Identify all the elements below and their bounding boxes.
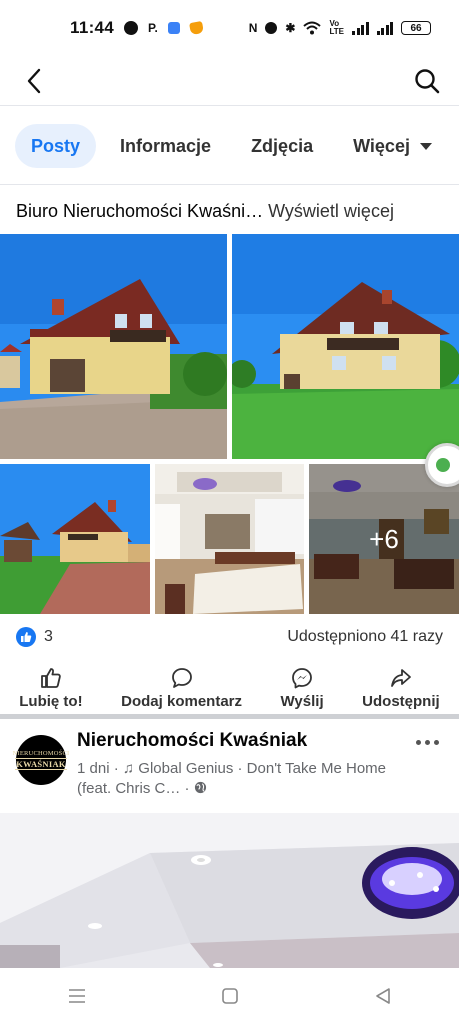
status-p-label: P.: [148, 21, 158, 35]
post-options-button[interactable]: [410, 734, 445, 751]
music-note-icon: ♫: [122, 760, 135, 777]
tab-label: Informacje: [120, 135, 212, 156]
post-time[interactable]: 1 dni: [77, 760, 110, 777]
page-name[interactable]: Nieruchomości Kwaśniak: [77, 730, 307, 752]
post-header: NIERUCHOMOŚCI KWAŚNIAK Nieruchomości Kwa…: [0, 726, 459, 802]
system-nav-bar: [0, 968, 459, 1024]
volte-label: Vo LTE: [329, 19, 344, 36]
reaction-count-button[interactable]: 3: [16, 627, 53, 647]
back-button[interactable]: [20, 67, 48, 95]
search-icon: [415, 68, 440, 93]
thumbs-up-icon: [41, 667, 61, 688]
app-notification-icon: [167, 22, 180, 34]
signal-2-icon: [376, 21, 393, 35]
reaction-count: 3: [44, 628, 53, 645]
back-nav-button[interactable]: [363, 976, 403, 1016]
album-header[interactable]: Biuro Nieruchomości Kwaśni… Wyświetl wię…: [0, 196, 459, 226]
avatar[interactable]: NIERUCHOMOŚCI KWAŚNIAK: [13, 735, 69, 785]
post-divider: [0, 714, 459, 719]
heart-notification-icon: [188, 20, 204, 36]
photo-5-more[interactable]: +6: [309, 464, 459, 614]
menu-icon: [68, 989, 85, 1003]
home-square-icon: [221, 988, 238, 1004]
share-count[interactable]: Udostępniono 41 razy: [287, 628, 443, 646]
house-photo: [0, 234, 227, 459]
messenger-icon: [292, 667, 312, 688]
ceiling-photo: [0, 813, 459, 968]
status-bar: 11:44 P. N ✱ Vo LTE 66: [0, 0, 459, 56]
comment-label: Dodaj komentarz: [121, 692, 242, 710]
dot-icon: [434, 740, 439, 745]
post-actions: Lubię to! Dodaj komentarz Wyślij Udostęp…: [0, 662, 459, 714]
share-button[interactable]: Udostępnij: [362, 667, 440, 710]
signal-1-icon: [352, 21, 369, 35]
photo-2[interactable]: [232, 234, 459, 459]
see-more-link[interactable]: Wyświetl więcej: [268, 201, 394, 222]
search-button[interactable]: [413, 67, 441, 95]
divider: [0, 184, 459, 185]
recents-button[interactable]: [57, 976, 97, 1016]
home-button[interactable]: [210, 976, 250, 1016]
bubble-icon: [436, 458, 450, 472]
bluetooth-icon: ✱: [285, 21, 296, 35]
house-photo: [0, 464, 150, 614]
send-button[interactable]: Wyślij: [281, 667, 324, 710]
tab-label: Zdjęcia: [251, 135, 314, 156]
more-photos-count: +6: [369, 523, 399, 554]
app-bar: [0, 56, 459, 106]
status-time: 11:44: [70, 18, 115, 37]
tab-informacje[interactable]: Informacje: [104, 124, 227, 168]
wifi-icon: [303, 21, 322, 35]
house-photo: [232, 234, 459, 459]
photo-3[interactable]: [0, 464, 150, 614]
dot-icon: [416, 740, 421, 745]
interior-photo: [155, 464, 304, 614]
like-reaction-icon: [16, 627, 36, 647]
sync-icon: [124, 21, 139, 35]
reactions-summary: 3 Udostępniono 41 razy: [0, 622, 459, 652]
photo-1[interactable]: [0, 234, 227, 459]
separator: ·: [184, 780, 190, 797]
photo-4[interactable]: [155, 464, 304, 614]
send-label: Wyślij: [280, 692, 324, 710]
more-photos-overlay: +6: [309, 464, 459, 614]
separator: ·: [113, 760, 119, 777]
avatar-line1: NIERUCHOMOŚCI: [12, 750, 70, 757]
like-button[interactable]: Lubię to!: [19, 667, 83, 710]
post-meta: 1 dni · ♫ Global Genius · Don't Take Me …: [77, 759, 417, 799]
tab-wiecej[interactable]: Więcej: [337, 124, 448, 168]
back-triangle-icon: [375, 988, 390, 1004]
globe-icon: [194, 781, 206, 794]
share-icon: [391, 668, 411, 687]
tab-zdjecia[interactable]: Zdjęcia: [235, 124, 329, 168]
tab-label: Posty: [31, 135, 81, 156]
battery-icon: 66: [401, 21, 431, 35]
comment-icon: [171, 667, 192, 688]
like-label: Lubię to!: [19, 692, 83, 710]
avatar-line2: KWAŚNIAK: [15, 758, 67, 770]
share-label: Udostępnij: [362, 692, 440, 710]
caret-down-icon: [419, 142, 432, 150]
tab-posty[interactable]: Posty: [15, 124, 97, 168]
alarm-icon: [265, 22, 278, 34]
nfc-icon: N: [248, 21, 258, 35]
arrow-left-icon: [27, 68, 41, 93]
dot-icon: [425, 740, 430, 745]
album-name: Biuro Nieruchomości Kwaśni…: [16, 200, 264, 221]
page-tabs: Posty Informacje Zdjęcia Więcej: [0, 118, 459, 174]
tab-label: Więcej: [353, 135, 410, 156]
post-media[interactable]: [0, 813, 459, 968]
comment-button[interactable]: Dodaj komentarz: [121, 667, 242, 710]
